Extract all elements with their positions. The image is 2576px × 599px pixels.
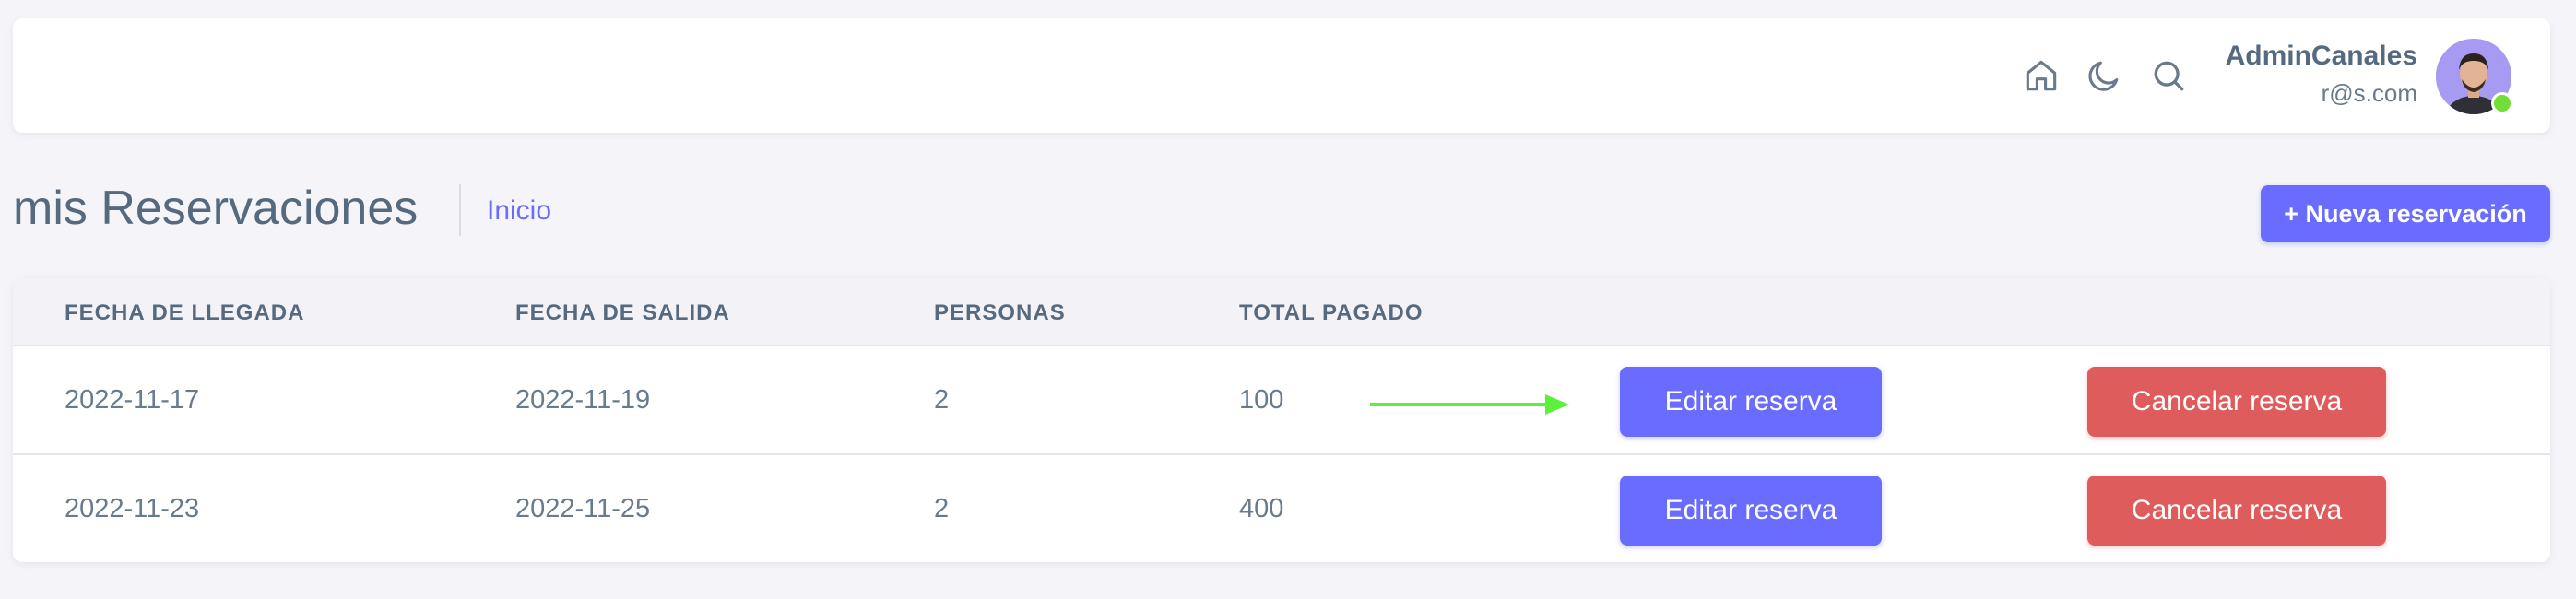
- table-header: FECHA DE LLEGADA FECHA DE SALIDA PERSONA…: [13, 278, 2550, 346]
- moon-icon[interactable]: [2084, 55, 2124, 96]
- search-icon[interactable]: [2148, 55, 2189, 96]
- avatar[interactable]: [2436, 39, 2513, 114]
- breadcrumb-home-link[interactable]: Inicio: [487, 195, 551, 227]
- total-paid-cell: 400: [1239, 494, 1284, 523]
- new-reservation-button[interactable]: + Nueva reservación: [2261, 185, 2550, 242]
- reservations-table: FECHA DE LLEGADA FECHA DE SALIDA PERSONA…: [13, 278, 2550, 562]
- edit-reservation-button[interactable]: Editar reserva: [1620, 367, 1882, 437]
- table-row: 2022-11-23 2022-11-25 2 400 Editar reser…: [13, 455, 2550, 562]
- title-divider: [459, 184, 461, 236]
- edit-reservation-button[interactable]: Editar reserva: [1620, 476, 1882, 546]
- column-header-arrival: FECHA DE LLEGADA: [65, 300, 305, 325]
- arrival-date-cell: 2022-11-23: [65, 494, 200, 523]
- cancel-reservation-button[interactable]: Cancelar reserva: [2087, 476, 2386, 546]
- departure-date-cell: 2022-11-25: [515, 494, 651, 523]
- user-name: AdminCanales: [2225, 41, 2417, 71]
- online-status-dot: [2491, 92, 2513, 114]
- cancel-reservation-button[interactable]: Cancelar reserva: [2087, 367, 2386, 437]
- user-email: r@s.com: [2321, 79, 2417, 107]
- page-title: mis Reservaciones: [13, 182, 419, 235]
- arrival-date-cell: 2022-11-17: [65, 385, 200, 415]
- persons-cell: 2: [934, 385, 950, 415]
- persons-cell: 2: [934, 494, 950, 523]
- annotation-arrow-icon: [1370, 394, 1569, 415]
- table-row: 2022-11-17 2022-11-19 2 100 Editar reser…: [13, 346, 2550, 455]
- column-header-departure: FECHA DE SALIDA: [515, 300, 730, 325]
- departure-date-cell: 2022-11-19: [515, 385, 651, 415]
- home-icon[interactable]: [2021, 55, 2062, 96]
- total-paid-cell: 100: [1239, 385, 1284, 415]
- column-header-total: TOTAL PAGADO: [1239, 300, 1424, 325]
- column-header-persons: PERSONAS: [934, 300, 1066, 325]
